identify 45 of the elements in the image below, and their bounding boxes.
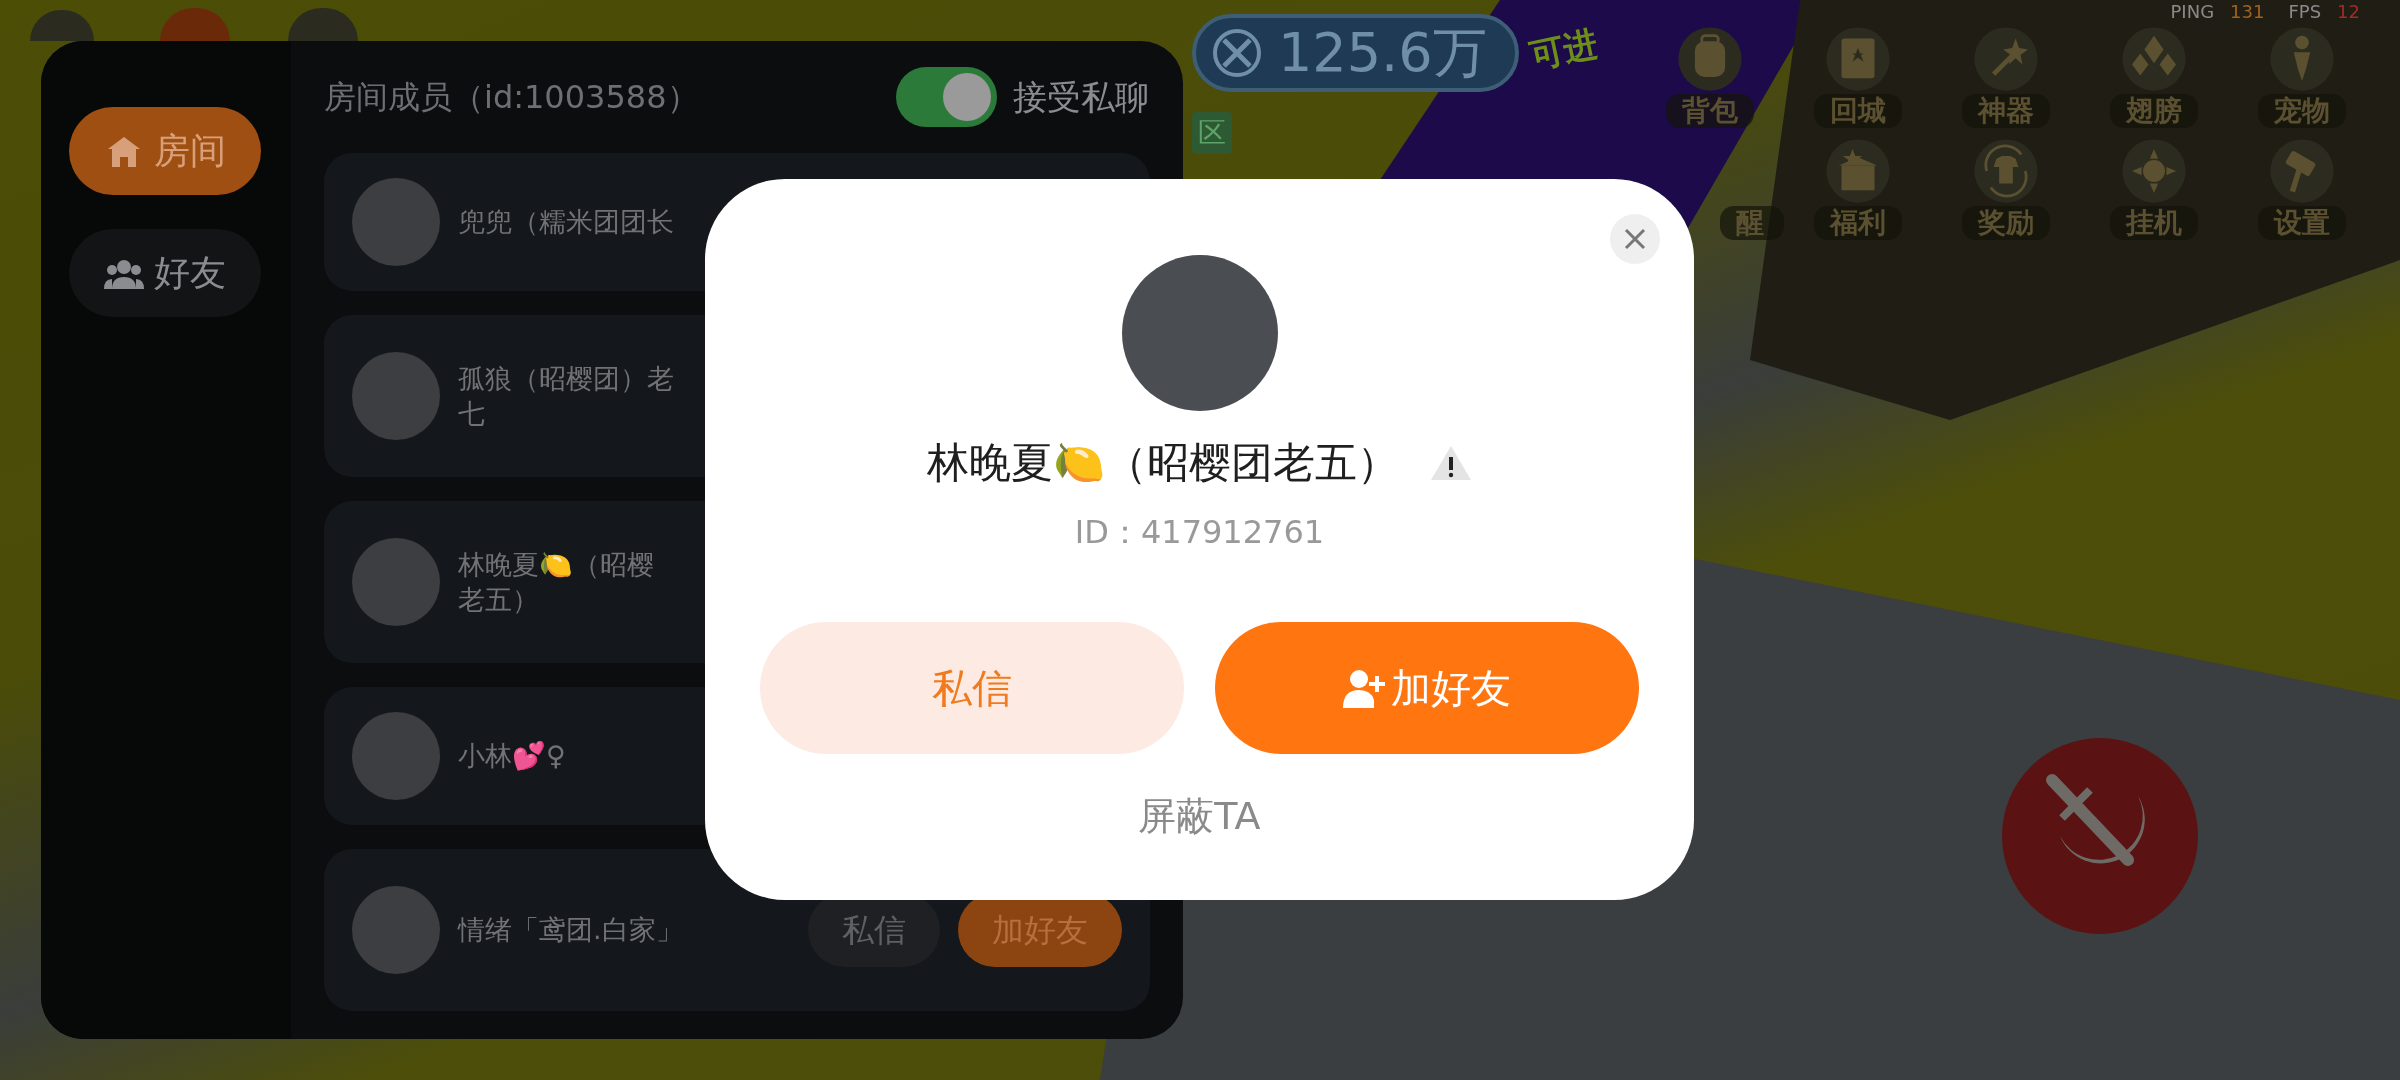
menu-label: 神器	[1962, 94, 2050, 128]
menu-label: 奖励	[1962, 206, 2050, 240]
figure-icon[interactable]	[2269, 26, 2335, 92]
zone-tag: 区	[1192, 112, 1232, 154]
stat-label: FPS	[2288, 0, 2322, 24]
nav-tab[interactable]: 好友	[69, 229, 261, 317]
diamond-cluster-icon[interactable]	[2121, 26, 2187, 92]
member-name: 林晚夏🍋（昭樱 老五）	[458, 547, 655, 617]
menu-label: 翅膀	[2110, 94, 2198, 128]
star-book-icon[interactable]	[1825, 26, 1891, 92]
stat-value: 131	[2230, 0, 2265, 24]
stat-label: PING	[2170, 0, 2215, 24]
nav-tab[interactable]: 房间	[69, 107, 261, 195]
hammer-icon[interactable]	[2269, 138, 2335, 204]
coin-amount: 125.6万	[1278, 26, 1487, 80]
magic-wand-icon[interactable]	[1973, 26, 2039, 92]
member-name: 兜兜（糯米团团长	[458, 205, 675, 240]
gift-box-icon[interactable]	[1825, 138, 1891, 204]
member-name: 情绪「鸢团.白家」	[458, 913, 684, 948]
add-user-icon	[1343, 668, 1387, 708]
profile-name: 林晚夏🍋（昭樱团老五）	[926, 437, 1399, 489]
profile-id: ID：417912761	[1074, 512, 1325, 553]
menu-label: 背包	[1666, 94, 1754, 128]
menu-label: 设置	[2258, 206, 2346, 240]
toggle-label: 接受私聊	[1013, 75, 1149, 119]
dagger-crescent-button[interactable]	[2000, 736, 2200, 936]
close-icon	[1624, 228, 1646, 250]
menu-label: 挂机	[2110, 206, 2198, 240]
member-name: 孤狼（昭樱团）老 七	[458, 361, 675, 431]
add-friend-button[interactable]: 加好友	[1215, 622, 1639, 754]
close-button[interactable]	[1610, 214, 1660, 264]
shirt-refresh-icon[interactable]	[1973, 138, 2039, 204]
block-link[interactable]: 屏蔽TA	[1138, 788, 1261, 845]
toggle-switch[interactable]	[896, 67, 997, 127]
menu-label: 回城	[1814, 94, 1902, 128]
message-button[interactable]: 私信	[760, 622, 1184, 754]
menu-label: 福利	[1814, 206, 1902, 240]
banner-text: 可进	[1525, 21, 1603, 78]
panel-title: 房间成员（id:1003588）	[324, 77, 699, 118]
member-name: 小林💕♀	[458, 739, 567, 774]
menu-label: 醒	[1720, 206, 1784, 240]
sun-icon[interactable]	[2121, 138, 2187, 204]
stat-value: 12	[2337, 0, 2360, 24]
backpack-icon[interactable]	[1677, 26, 1743, 92]
menu-label: 宠物	[2258, 94, 2346, 128]
